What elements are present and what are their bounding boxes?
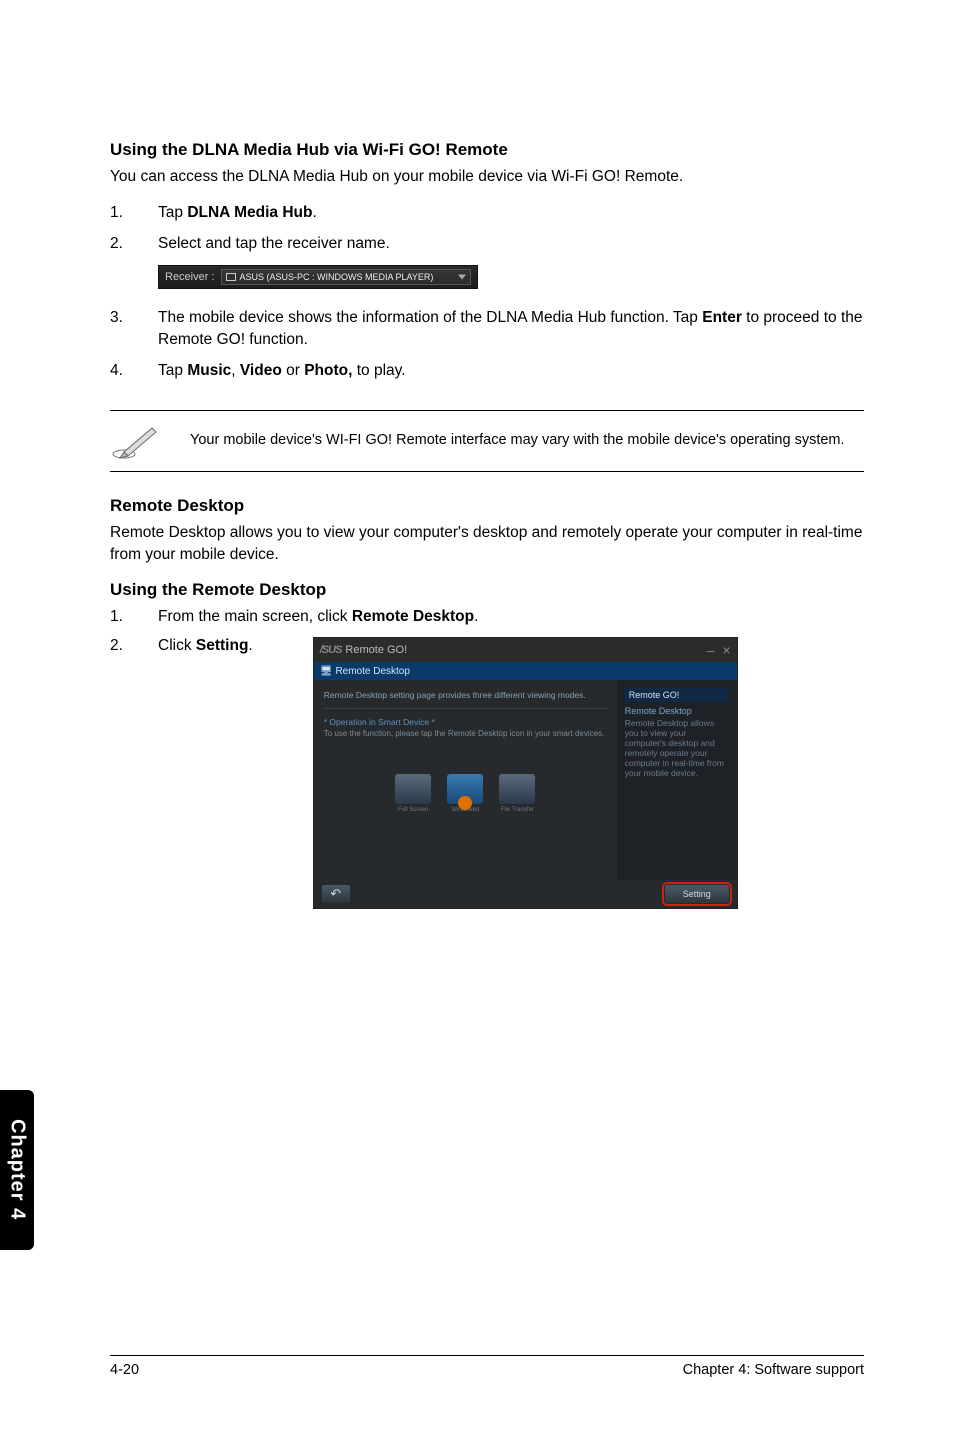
chapter-tab-label: Chapter 4 [6,1119,29,1220]
list-item: 1. Tap DLNA Media Hub. [110,202,864,224]
bold-text: Remote Desktop [352,608,474,625]
screenshot-bottombar: ↶ Setting [314,880,737,908]
monitor-icon [226,273,236,281]
mode-option[interactable]: File Transfer [496,769,538,819]
section2-subheading: Using the Remote Desktop [110,580,864,600]
receiver-value: ASUS (ASUS-PC : WINDOWS MEDIA PLAYER) [240,272,434,282]
step-number: 4. [110,360,158,382]
bold-text: Music [187,362,231,379]
setting-button[interactable]: Setting [665,885,729,903]
screenshot-text: To use the function, please tap the Remo… [324,729,607,739]
note-text: Your mobile device's WI-FI GO! Remote in… [190,431,845,451]
list-item: 2. Click Setting. [110,637,253,655]
bold-text: Video [240,362,282,379]
close-icon[interactable]: × [723,642,731,658]
screenshot-main: Remote Desktop setting page provides thr… [314,680,617,880]
step-number: 1. [110,606,158,628]
section1-heading: Using the DLNA Media Hub via Wi-Fi GO! R… [110,140,864,160]
page-number: 4-20 [110,1362,139,1378]
screenshot-sidebar: Remote GO! Remote Desktop Remote Desktop… [617,680,737,880]
text-part: to play. [352,362,405,379]
back-button[interactable]: ↶ [322,885,350,903]
mode-label: Full Screen [398,807,428,813]
bold-text: Enter [702,309,742,326]
app-screenshot: /SUS Remote GO! – × 🖥 Remote Desktop Rem… [313,637,738,909]
text-part: or [282,362,304,379]
step-text: Click Setting. [158,637,253,655]
chapter-tab: Chapter 4 [0,1090,34,1250]
list-item: 4. Tap Music, Video or Photo, to play. [110,360,864,382]
refresh-icon [458,796,472,810]
section2-heading: Remote Desktop [110,496,864,516]
step-text: Select and tap the receiver name. [158,233,864,255]
text-part: . [312,204,316,221]
step-text: Tap Music, Video or Photo, to play. [158,360,864,382]
screenshot-text: Remote Desktop setting page provides thr… [324,690,607,700]
receiver-field[interactable]: ASUS (ASUS-PC : WINDOWS MEDIA PLAYER) [221,269,471,285]
text-part: . [474,608,478,625]
step-number: 2. [110,233,158,255]
breadcrumb: 🖥 Remote Desktop [314,662,737,680]
step-text: Tap DLNA Media Hub. [158,202,864,224]
window-titlebar: /SUS Remote GO! – × [314,638,737,662]
note-callout: Your mobile device's WI-FI GO! Remote in… [110,410,864,472]
minimize-icon[interactable]: – [707,642,715,658]
text-part: The mobile device shows the information … [158,309,702,326]
bold-text: Photo, [304,362,352,379]
text-part: Click [158,637,196,654]
bold-text: DLNA Media Hub [187,204,312,221]
text-part: From the main screen, click [158,608,352,625]
monitor-icon: 🖥 [320,666,333,677]
brand-logo: /SUS [320,644,342,656]
list-item: 2. Select and tap the receiver name. [110,233,864,255]
mode-option[interactable]: Full Screen [392,769,434,819]
receiver-label: Receiver : [165,271,215,283]
list-item: 1. From the main screen, click Remote De… [110,606,864,628]
list-item: 3. The mobile device shows the informati… [110,307,864,350]
breadcrumb-text: Remote Desktop [335,666,409,677]
text-part: , [231,362,240,379]
sidebar-title: Remote GO! [625,688,729,702]
step-text: From the main screen, click Remote Deskt… [158,606,864,628]
sidebar-body: Remote Desktop allows you to view your c… [625,718,729,778]
footer-chapter: Chapter 4: Software support [683,1362,864,1378]
text-part: Tap [158,362,187,379]
monitor-icon [395,774,431,804]
step-number: 1. [110,202,158,224]
section1-intro: You can access the DLNA Media Hub on you… [110,166,864,188]
pencil-icon [110,421,160,461]
page-footer: 4-20 Chapter 4: Software support [110,1355,864,1378]
chevron-down-icon [458,275,466,280]
receiver-dropdown[interactable]: Receiver : ASUS (ASUS-PC : WINDOWS MEDIA… [158,265,478,289]
step-text: The mobile device shows the information … [158,307,864,350]
step-number: 3. [110,307,158,350]
monitor-icon [447,774,483,804]
window-title: Remote GO! [345,644,407,656]
text-part: . [248,637,252,654]
text-part: Tap [158,204,187,221]
sidebar-heading: Remote Desktop [625,706,729,716]
monitor-icon [499,774,535,804]
mode-option[interactable]: Windowed [444,769,486,819]
bold-text: Setting [196,637,249,654]
section2-intro: Remote Desktop allows you to view your c… [110,522,864,565]
step-number: 2. [110,637,158,655]
mode-label: File Transfer [501,807,534,813]
screenshot-text: * Operation in Smart Device * [324,717,607,727]
